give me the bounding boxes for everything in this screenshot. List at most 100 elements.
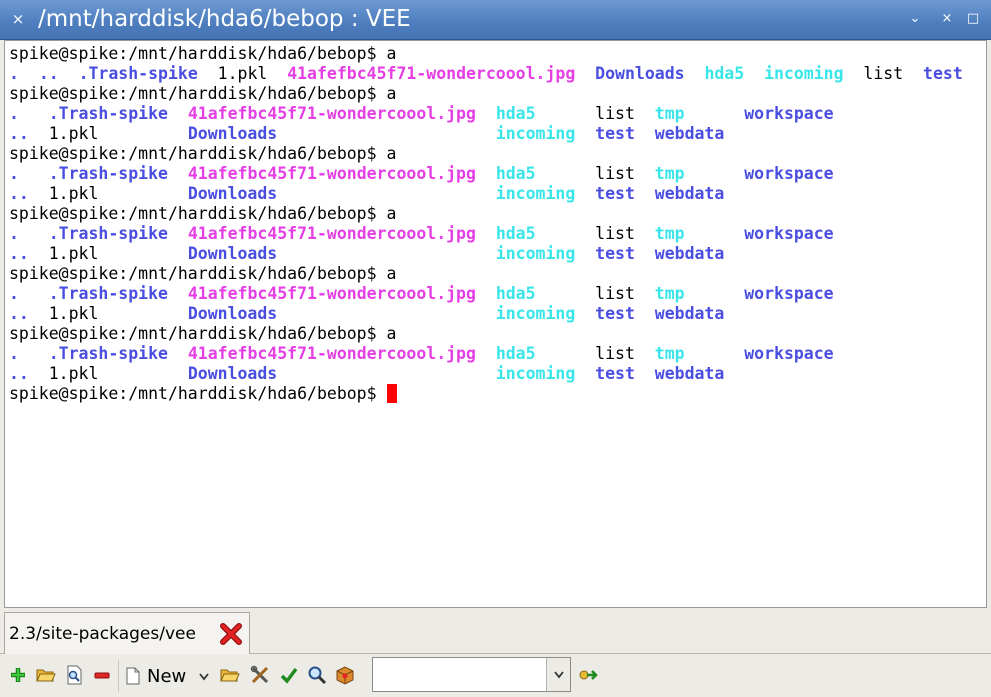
close-icon[interactable]: ×	[9, 9, 27, 29]
terminal-text: Downloads	[187, 364, 278, 383]
add-icon[interactable]	[8, 664, 28, 686]
terminal-text: tmp	[654, 224, 685, 243]
maximize-icon[interactable]: ×	[940, 11, 954, 27]
terminal-text: test	[923, 64, 963, 83]
location-input[interactable]	[373, 658, 547, 691]
terminal-text: .	[9, 224, 19, 243]
terminal-line: . .Trash-spike 41afefbc45f71-wondercoool…	[9, 284, 963, 304]
tab-site-packages-vee[interactable]: 2.3/site-packages/vee	[4, 612, 250, 654]
go-icon[interactable]	[576, 664, 598, 686]
tools-icon[interactable]	[250, 664, 270, 686]
terminal-line: . .Trash-spike 41afefbc45f71-wondercoool…	[9, 344, 963, 364]
terminal-text: hda5	[704, 64, 745, 83]
terminal-text: workspace	[744, 104, 834, 123]
terminal-text: hda5	[495, 104, 536, 123]
terminal-prompt-line[interactable]: spike@spike:/mnt/harddisk/hda6/bebop$	[9, 384, 963, 404]
terminal-text: .	[9, 164, 19, 183]
terminal-line: spike@spike:/mnt/harddisk/hda6/bebop$ a	[9, 84, 963, 104]
terminal-line: . .Trash-spike 41afefbc45f71-wondercoool…	[9, 104, 963, 124]
terminal-text: test	[595, 244, 635, 263]
terminal-text: 1.pkl	[28, 124, 188, 143]
terminal-text: .Trash-spike	[48, 344, 168, 363]
terminal-text: spike@spike:/mnt/harddisk/hda6/bebop$ a	[9, 264, 397, 283]
toolbar: New	[0, 654, 991, 697]
chevron-down-icon	[553, 670, 564, 678]
new-document-icon	[126, 667, 140, 685]
terminal-text: Downloads	[187, 124, 278, 143]
combo-dropdown-button[interactable]	[546, 658, 570, 691]
remove-icon[interactable]	[92, 664, 112, 686]
open-folder-icon[interactable]	[36, 664, 56, 686]
restore-icon[interactable]: □	[966, 11, 980, 27]
terminal-text: list	[535, 224, 655, 243]
terminal-text: hda5	[495, 224, 536, 243]
terminal-text: tmp	[654, 104, 685, 123]
terminal-prompt: spike@spike:/mnt/harddisk/hda6/bebop$	[9, 384, 387, 403]
terminal-text: hda5	[495, 284, 536, 303]
terminal-text: workspace	[744, 344, 834, 363]
terminal-text: ..	[9, 184, 29, 203]
terminal-text: .	[9, 64, 19, 83]
terminal-text: spike@spike:/mnt/harddisk/hda6/bebop$ a	[9, 204, 397, 223]
terminal-text: spike@spike:/mnt/harddisk/hda6/bebop$ a	[9, 44, 397, 63]
minimize-icon[interactable]: ⌄	[908, 11, 922, 27]
terminal-text: incoming	[495, 244, 576, 263]
terminal-output: spike@spike:/mnt/harddisk/hda6/bebop$ a.…	[9, 44, 963, 404]
location-combo[interactable]	[372, 657, 571, 692]
terminal-text: list	[535, 104, 655, 123]
package-icon[interactable]	[335, 664, 355, 686]
terminal-text: incoming	[495, 184, 576, 203]
new-button[interactable]: New	[118, 660, 218, 692]
check-icon[interactable]	[279, 664, 299, 686]
terminal-text: incoming	[495, 364, 576, 383]
terminal-text: .Trash-spike	[48, 284, 168, 303]
folder-icon[interactable]	[220, 664, 240, 686]
terminal-text: ..	[38, 64, 59, 83]
terminal-text: .Trash-spike	[48, 164, 168, 183]
terminal-text: incoming	[495, 124, 576, 143]
terminal-text: tmp	[654, 164, 685, 183]
terminal-line: spike@spike:/mnt/harddisk/hda6/bebop$ a	[9, 204, 963, 224]
chevron-down-icon[interactable]	[199, 673, 209, 681]
terminal-text: 41afefbc45f71-wondercoool.jpg	[187, 224, 476, 243]
terminal-line: .. 1.pkl Downloads incoming test webdata	[9, 364, 963, 384]
terminal-text: spike@spike:/mnt/harddisk/hda6/bebop$ a	[9, 324, 397, 343]
terminal-panel[interactable]: spike@spike:/mnt/harddisk/hda6/bebop$ a.…	[4, 40, 987, 608]
terminal-text: ..	[9, 364, 29, 383]
terminal-text: 41afefbc45f71-wondercoool.jpg	[187, 344, 476, 363]
terminal-text: workspace	[744, 224, 834, 243]
terminal-text: 41afefbc45f71-wondercoool.jpg	[187, 164, 476, 183]
find-file-icon[interactable]	[64, 664, 84, 686]
zoom-icon[interactable]	[307, 664, 327, 686]
terminal-text: ..	[9, 244, 29, 263]
terminal-text: list	[535, 284, 655, 303]
terminal-line: .. 1.pkl Downloads incoming test webdata	[9, 124, 963, 144]
new-button-label: New	[147, 666, 187, 687]
tab-bar: 2.3/site-packages/vee	[0, 609, 991, 654]
terminal-line: spike@spike:/mnt/harddisk/hda6/bebop$ a	[9, 264, 963, 284]
terminal-cursor	[386, 384, 397, 403]
terminal-text: 41afefbc45f71-wondercoool.jpg	[187, 104, 476, 123]
close-tab-icon[interactable]	[219, 622, 243, 646]
